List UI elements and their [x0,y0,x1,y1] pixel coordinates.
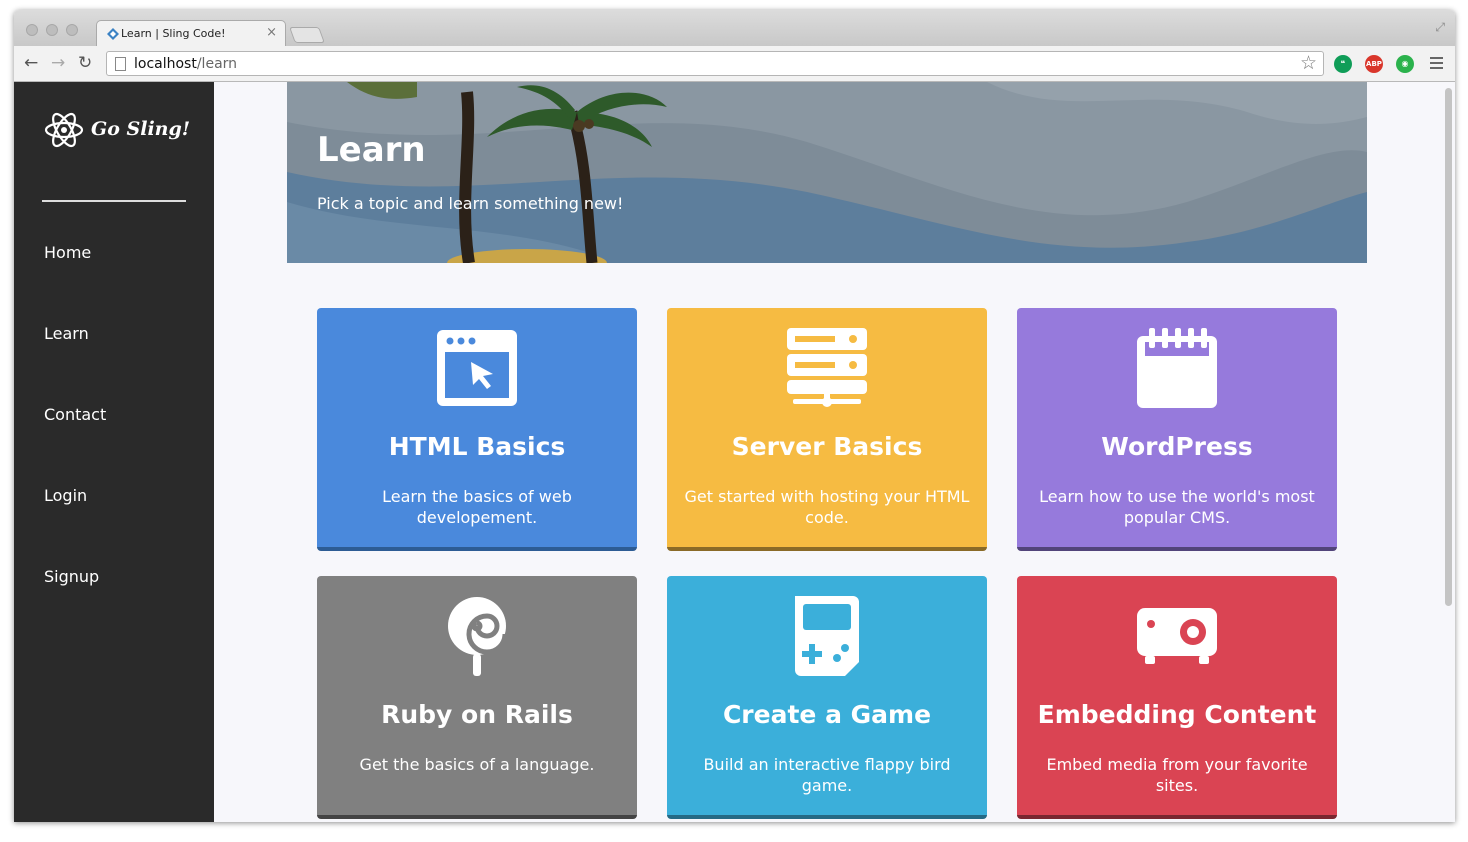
notepad-icon [1137,328,1217,408]
sidebar-item-signup[interactable]: Signup [44,567,99,586]
url-text: localhost/learn [134,56,237,72]
card-description: Get the basics of a language. [359,755,595,774]
sidebar-item-contact[interactable]: Contact [44,405,106,424]
sidebar-item-login[interactable]: Login [44,486,87,505]
topic-card-wordpress[interactable]: WordPress Learn how to use the world's m… [1017,308,1337,551]
back-icon[interactable]: ← [24,54,38,72]
fullscreen-icon[interactable]: ⤢ [1435,20,1445,35]
tab-close-icon[interactable]: × [266,25,277,40]
hero-banner: Learn Pick a topic and learn something n… [287,82,1367,263]
card-description: Get started with hosting your HTML code. [684,487,970,527]
lollipop-icon [448,597,508,676]
page-content: Go Sling! Home Learn Contact Login Signu… [14,82,1455,822]
sidebar-item-home[interactable]: Home [44,243,91,262]
sling-favicon-icon [107,28,119,40]
url-path: /learn [196,56,238,72]
address-bar[interactable]: localhost/learn ☆ [106,51,1324,76]
reload-icon[interactable]: ↻ [78,54,92,72]
page-scrollbar[interactable] [1445,88,1452,606]
brand-name[interactable]: Go Sling! [91,118,190,140]
page-title: Learn [317,130,426,170]
tab-strip: Learn | Sling Code! × ⤢ [14,10,1455,46]
topic-card-embedding-content[interactable]: Embedding Content Embed media from your … [1017,576,1337,819]
browser-toolbar: ← → ↻ localhost/learn ☆ ❝ ABP ◉ [14,46,1455,82]
beach-illustration [287,82,1367,263]
card-title: WordPress [1101,432,1253,461]
server-icon [787,328,867,407]
minimize-window-button[interactable] [46,24,58,36]
adblock-plus-icon[interactable]: ABP [1365,55,1383,73]
sidebar-divider [42,200,186,202]
browser-window: Learn | Sling Code! × ⤢ ← → ↻ localhost/… [14,10,1455,822]
card-description: Learn how to use the world's most popula… [1039,487,1315,527]
sidebar: Go Sling! Home Learn Contact Login Signu… [14,82,214,822]
game-console-icon [795,596,859,676]
new-tab-button[interactable] [289,27,325,43]
sidebar-item-learn[interactable]: Learn [44,324,89,343]
tab-title: Learn | Sling Code! [121,27,226,40]
feedly-icon[interactable]: ◉ [1396,55,1414,73]
page-subtitle: Pick a topic and learn something new! [317,194,624,213]
topic-card-html-basics[interactable]: HTML Basics Learn the basics of web deve… [317,308,637,551]
browser-window-icon [437,330,517,406]
card-description: Learn the basics of web developement. [382,487,572,527]
card-title: Embedding Content [1037,700,1317,729]
page-icon [115,57,126,71]
topic-card-server-basics[interactable]: Server Basics Get started with hosting y… [667,308,987,551]
bookmark-star-icon[interactable]: ☆ [1300,52,1317,74]
topic-card-create-a-game[interactable]: Create a Game Build an interactive flapp… [667,576,987,819]
maximize-window-button[interactable] [66,24,78,36]
topic-card-ruby-on-rails[interactable]: Ruby on Rails Get the basics of a langua… [317,576,637,819]
url-host: localhost [134,56,197,72]
card-title: Ruby on Rails [381,700,573,729]
card-description: Build an interactive flappy bird game. [703,755,951,795]
browser-tab[interactable]: Learn | Sling Code! × [96,20,286,46]
card-title: Server Basics [731,432,923,461]
forward-icon[interactable]: → [51,54,65,72]
chrome-menu-icon[interactable] [1430,57,1443,69]
projector-icon [1137,608,1217,664]
hangouts-icon[interactable]: ❝ [1334,55,1352,73]
card-title: Create a Game [722,700,932,729]
card-title: HTML Basics [388,432,566,461]
atom-logo-icon[interactable] [44,110,84,150]
close-window-button[interactable] [26,24,38,36]
card-description: Embed media from your favorite sites. [1046,755,1308,795]
